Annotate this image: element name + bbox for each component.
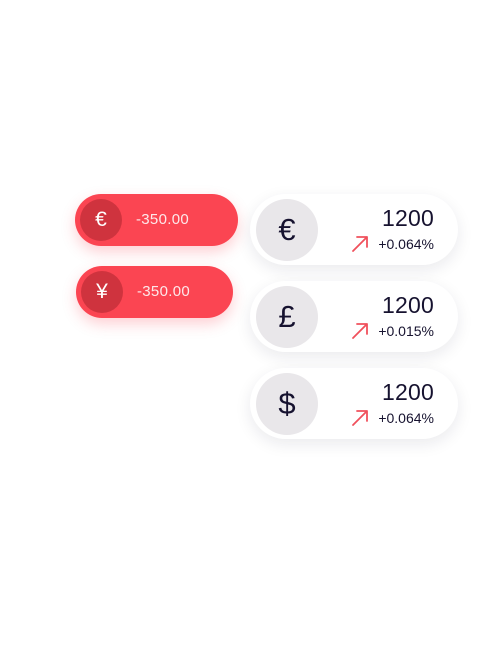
price-change-row: +0.015% (351, 322, 434, 340)
price-value: 1200 (382, 205, 434, 231)
euro-icon: € (256, 199, 318, 261)
yen-icon: ¥ (81, 271, 123, 313)
loss-amount: -350.00 (137, 283, 190, 300)
dollar-icon: $ (256, 373, 318, 435)
price-card-dollar[interactable]: $ 1200 +0.064% (250, 368, 458, 439)
price-value: 1200 (382, 292, 434, 318)
price-change-row: +0.064% (351, 235, 434, 253)
arrow-up-right-icon (352, 323, 369, 339)
price-card-euro[interactable]: € 1200 +0.064% (250, 194, 458, 265)
euro-icon: € (80, 199, 122, 241)
loss-amount: -350.00 (136, 211, 189, 228)
price-card-pound[interactable]: £ 1200 +0.015% (250, 281, 458, 352)
arrow-up-right-icon (352, 410, 369, 426)
loss-pill-yen[interactable]: ¥ -350.00 (76, 266, 233, 318)
price-change: +0.064% (378, 410, 434, 426)
price-change: +0.064% (378, 236, 434, 252)
loss-pill-euro[interactable]: € -350.00 (75, 194, 238, 246)
pound-icon: £ (256, 286, 318, 348)
arrow-up-right-icon (352, 236, 369, 252)
price-value: 1200 (382, 379, 434, 405)
price-change-row: +0.064% (351, 409, 434, 427)
price-change: +0.015% (378, 323, 434, 339)
